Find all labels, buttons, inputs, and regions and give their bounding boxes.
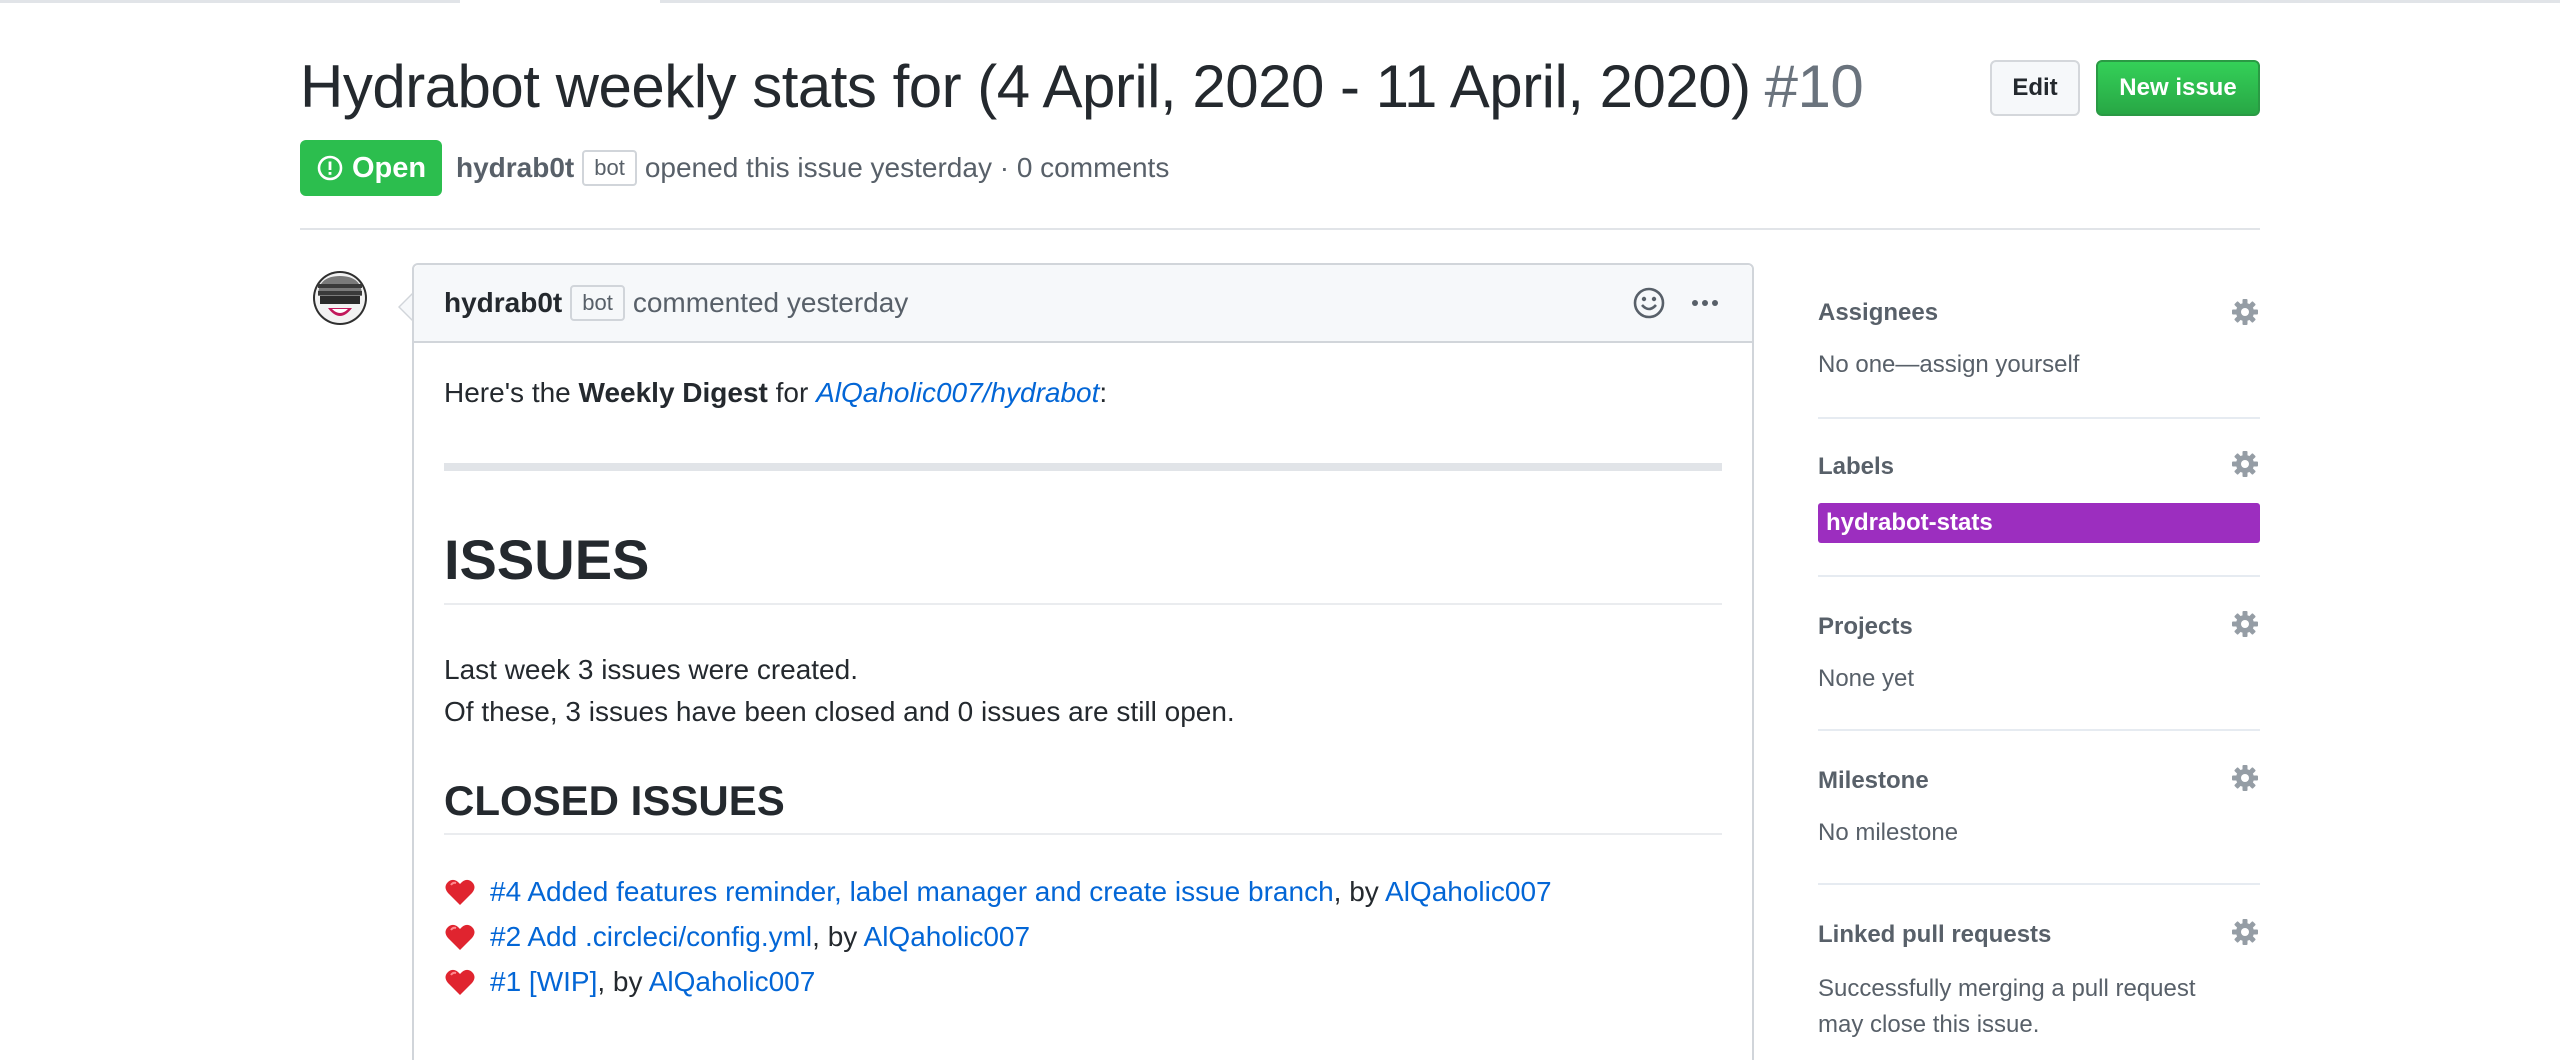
issues-summary: Last week 3 issues were created. Of thes… — [444, 649, 1235, 733]
edit-button[interactable]: Edit — [1990, 60, 2080, 116]
top-tab-border — [0, 0, 2560, 3]
label-hydrabot-stats[interactable]: hydrabot-stats — [1818, 503, 2260, 543]
digest-bold: Weekly Digest — [578, 377, 768, 408]
linked-prs-line-2: may close this issue. — [1818, 1011, 2040, 1038]
issue-title: Hydrabot weekly stats for (4 April, 2020… — [300, 52, 1864, 121]
list-item: #1 [WIP], by AlQaholic007 — [444, 959, 1552, 1004]
issue-meta: hydrab0t bot opened this issue yesterday… — [456, 150, 1169, 186]
sidebar-projects: Projects None yet — [1818, 577, 2260, 731]
heart-icon — [445, 969, 475, 995]
labels-heading[interactable]: Labels — [1818, 453, 1894, 481]
new-issue-button[interactable]: New issue — [2096, 60, 2260, 116]
horizontal-rule — [444, 463, 1722, 471]
gear-icon[interactable] — [2230, 449, 2260, 479]
gear-icon[interactable] — [2230, 763, 2260, 793]
sidebar-linked-prs: Linked pull requests Successfully mergin… — [1818, 885, 2260, 1055]
assignees-heading[interactable]: Assignees — [1818, 299, 1938, 327]
heart-icon — [445, 924, 475, 950]
gear-icon[interactable] — [2230, 609, 2260, 639]
list-item: #2 Add .circleci/config.yml, by AlQaholi… — [444, 914, 1552, 959]
milestone-value: No milestone — [1818, 819, 1959, 846]
sidebar-milestone: Milestone No milestone — [1818, 731, 2260, 885]
issue-title-text: Hydrabot weekly stats for (4 April, 2020… — [300, 53, 1751, 120]
comment-timestamp[interactable]: commented yesterday — [633, 287, 908, 319]
issue-link[interactable]: #2 Add .circleci/config.yml — [490, 921, 812, 952]
projects-value: None yet — [1818, 665, 1915, 692]
heading-underline — [444, 603, 1722, 605]
list-item: #4 Added features reminder, label manage… — [444, 869, 1552, 914]
issue-opened-text: opened this issue yesterday · 0 comments — [644, 152, 1170, 183]
summary-line-1: Last week 3 issues were created. — [444, 654, 858, 685]
issues-heading: ISSUES — [444, 528, 650, 591]
assignees-value[interactable]: No one—assign yourself — [1818, 351, 2079, 379]
digest-intro: Here's the Weekly Digest for AlQaholic00… — [444, 377, 1108, 408]
comment-box: hydrab0t bot commented yesterday Here's … — [398, 263, 1754, 1060]
issue-link[interactable]: #1 [WIP] — [490, 966, 597, 997]
bot-badge: bot — [582, 150, 637, 186]
comment-author-link[interactable]: hydrab0t — [444, 287, 562, 319]
issue-opened-icon — [317, 155, 343, 181]
summary-line-2: Of these, 3 issues have been closed and … — [444, 696, 1235, 727]
issue-number: #10 — [1764, 53, 1864, 120]
closed-issues-heading: CLOSED ISSUES — [444, 777, 785, 824]
issue-link[interactable]: #4 Added features reminder, label manage… — [490, 876, 1334, 907]
heading-underline — [444, 833, 1722, 835]
avatar[interactable] — [312, 270, 368, 326]
gear-icon[interactable] — [2230, 917, 2260, 947]
closed-issues-list: #4 Added features reminder, label manage… — [444, 869, 1552, 1004]
repo-link[interactable]: AlQaholic007/hydrabot — [816, 377, 1099, 408]
heart-icon — [445, 879, 475, 905]
issue-sidebar: Assignees No one—assign yourself Labels … — [1818, 263, 2260, 1055]
user-link[interactable]: AlQaholic007 — [864, 921, 1031, 952]
comment-header: hydrab0t bot commented yesterday — [414, 265, 1752, 343]
linked-prs-value: Successfully merging a pull request may … — [1818, 971, 2196, 1043]
user-link[interactable]: AlQaholic007 — [649, 966, 816, 997]
sidebar-labels: Labels hydrabot-stats — [1818, 419, 2260, 577]
sidebar-assignees: Assignees No one—assign yourself — [1818, 263, 2260, 419]
projects-heading[interactable]: Projects — [1818, 613, 1913, 641]
linked-prs-heading[interactable]: Linked pull requests — [1818, 921, 2051, 949]
comment-bot-badge: bot — [570, 285, 625, 321]
issue-state-badge: Open — [300, 140, 443, 196]
user-link[interactable]: AlQaholic007 — [1385, 876, 1552, 907]
linked-prs-line-1: Successfully merging a pull request — [1818, 975, 2196, 1002]
milestone-heading[interactable]: Milestone — [1818, 767, 1929, 795]
issue-author-link[interactable]: hydrab0t — [456, 152, 574, 184]
smiley-icon[interactable] — [1632, 286, 1666, 320]
kebab-horizontal-icon[interactable] — [1688, 286, 1722, 320]
issue-state-label: Open — [352, 151, 427, 184]
gear-icon[interactable] — [2230, 297, 2260, 327]
header-divider — [300, 228, 2260, 230]
